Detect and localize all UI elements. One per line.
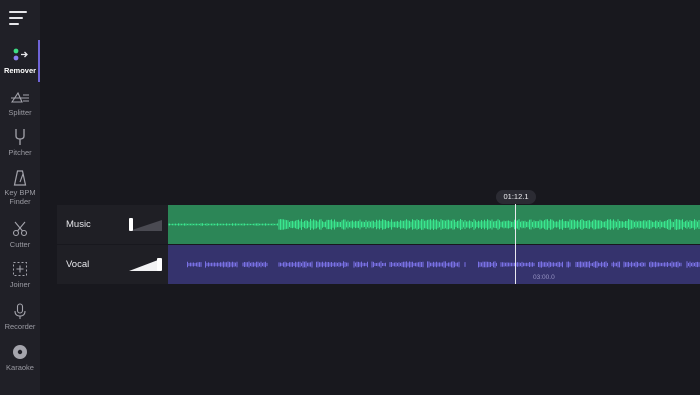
disc-icon — [10, 343, 30, 361]
sidebar-item-label: Remover — [3, 66, 37, 75]
timeline-mark: 03:00.0 — [533, 274, 555, 281]
waveform-path — [168, 219, 700, 230]
vocal-waveform — [187, 261, 700, 268]
scissors-icon — [10, 220, 30, 238]
waveform-path — [187, 261, 700, 268]
music-waveform-lane[interactable] — [168, 205, 700, 244]
sidebar-item-label: Karaoke — [6, 363, 34, 372]
playhead[interactable] — [515, 203, 516, 284]
sidebar-item-remover[interactable]: Remover — [0, 40, 40, 82]
sidebar-item-label: Cutter — [9, 240, 31, 249]
sidebar-item-recorder[interactable]: Recorder — [0, 302, 40, 338]
sidebar-item-cutter[interactable]: Cutter — [0, 220, 40, 256]
vocal-track-header: Vocal — [57, 245, 168, 284]
sidebar-item-pitcher[interactable]: Pitcher — [0, 128, 40, 164]
vocal-volume-slider[interactable] — [129, 256, 162, 272]
sidebar-item-karaoke[interactable]: Karaoke — [0, 343, 40, 379]
volume-handle[interactable] — [129, 218, 133, 231]
remover-icon — [10, 46, 30, 64]
playhead-time-label[interactable]: 01:12.1 — [496, 190, 536, 204]
splitter-icon — [10, 88, 30, 106]
volume-handle[interactable] — [157, 258, 162, 271]
sidebar-item-label: Splitter — [8, 108, 32, 117]
vocal-waveform-lane[interactable] — [168, 245, 700, 284]
metronome-icon — [10, 170, 30, 186]
music-track-header: Music — [57, 205, 168, 244]
sidebar-item-label: Pitcher — [8, 148, 32, 157]
sidebar-item-key-bpm[interactable]: Key BPM Finder — [0, 170, 40, 206]
music-volume-slider[interactable] — [129, 216, 162, 232]
sidebar-item-joiner[interactable]: Joiner — [0, 260, 40, 296]
hamburger-menu-icon[interactable] — [9, 9, 29, 27]
sidebar-item-label: Joiner — [9, 280, 31, 289]
music-track-name: Music — [66, 219, 91, 230]
sidebar-item-splitter[interactable]: Splitter — [0, 88, 40, 124]
joiner-icon — [10, 260, 30, 278]
sidebar-item-label: Key BPM Finder — [4, 188, 36, 206]
sidebar-item-label: Recorder — [4, 322, 36, 331]
music-waveform — [168, 219, 700, 230]
vocal-track-name: Vocal — [66, 259, 90, 270]
sidebar: Remover Splitter Pitcher Key BPM Finder … — [0, 0, 40, 395]
tuning-fork-icon — [10, 128, 30, 146]
track-editor: Music Vocal — [57, 205, 700, 284]
microphone-icon — [10, 302, 30, 320]
